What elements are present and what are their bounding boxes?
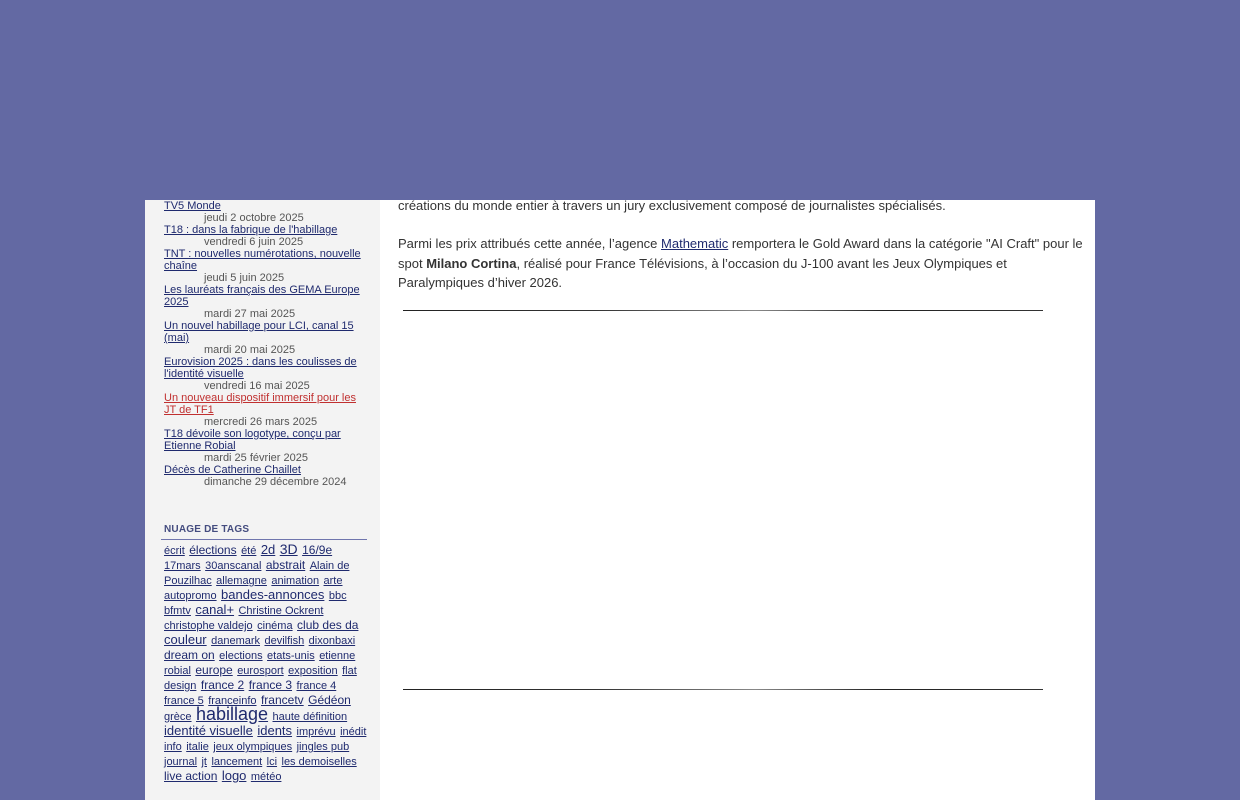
tag-link[interactable]: autopromo: [164, 590, 217, 602]
tag-link[interactable]: animation: [271, 575, 319, 587]
tag-link[interactable]: bfmtv: [164, 605, 191, 617]
tag-link[interactable]: danemark: [211, 635, 260, 647]
tag-link[interactable]: lci: [267, 756, 277, 768]
tag-link[interactable]: météo: [251, 771, 282, 783]
tag-link[interactable]: live action: [164, 769, 217, 783]
tag-link[interactable]: 17mars: [164, 560, 201, 572]
tag-link[interactable]: été: [241, 545, 256, 557]
tag-link[interactable]: haute définition: [273, 711, 348, 723]
article-list-item: Un nouveau dispositif immersif pour les …: [164, 392, 369, 428]
tag-link[interactable]: grèce: [164, 711, 192, 723]
tag-link[interactable]: italie: [186, 741, 209, 753]
tag-link[interactable]: idents: [257, 723, 292, 738]
tag-link[interactable]: imprévu: [297, 726, 336, 738]
embedded-video-player[interactable]: [403, 312, 1043, 688]
article-list-item: T18 dévoile son logotype, conçu par Etie…: [164, 428, 369, 464]
article-list-item: T18 : dans la fabrique de l'habillage ven…: [164, 224, 369, 248]
article-link[interactable]: TV5 Monde: [164, 200, 369, 212]
tag-link[interactable]: logo: [222, 768, 247, 783]
tag-link[interactable]: france 3: [249, 678, 292, 692]
tag-link[interactable]: Gédéon: [308, 693, 351, 707]
article-date: mardi 25 février 2025: [204, 452, 308, 464]
article-paragraph-1: créations du monde entier à travers un j…: [398, 200, 946, 213]
article-date: mercredi 26 mars 2025: [204, 416, 318, 428]
article-paragraph-2: Parmi les prix attribués cette année, l’…: [398, 234, 1088, 293]
article-date: jeudi 2 octobre 2025: [204, 212, 304, 224]
tag-link[interactable]: exposition: [288, 665, 338, 677]
article-link[interactable]: T18 dévoile son logotype, conçu par Etie…: [164, 428, 369, 452]
article-date: mardi 27 mai 2025: [204, 308, 296, 320]
tag-link[interactable]: Christine Ockrent: [238, 605, 323, 617]
tag-link[interactable]: 30anscanal: [205, 560, 261, 572]
article-date: mardi 20 mai 2025: [204, 344, 296, 356]
article-link[interactable]: Un nouvel habillage pour LCI, canal 15 (…: [164, 320, 369, 344]
tag-link[interactable]: france 4: [297, 680, 337, 692]
tag-link[interactable]: canal+: [195, 602, 234, 617]
tag-link[interactable]: arte: [324, 575, 343, 587]
tag-link[interactable]: info: [164, 741, 182, 753]
video-top-divider: [403, 310, 1043, 311]
article-link[interactable]: Décès de Catherine Chaillet: [164, 464, 369, 476]
tag-link[interactable]: 16/9e: [302, 543, 332, 557]
tag-link[interactable]: jt: [201, 756, 207, 768]
recent-articles-list: TV5 Monde jeudi 2 octobre 2025 T18 : dans …: [164, 200, 369, 488]
article-list-item: TV5 Monde jeudi 2 octobre 2025: [164, 200, 369, 224]
tag-link[interactable]: etats-unis: [267, 650, 315, 662]
article-link[interactable]: Les lauréats français des GEMA Europe 20…: [164, 284, 369, 308]
tag-link[interactable]: dream on: [164, 648, 215, 662]
sidebar: TV5 Monde jeudi 2 octobre 2025 T18 : dans …: [145, 200, 380, 800]
video-bottom-divider: [403, 689, 1043, 690]
tag-link[interactable]: bandes-annonces: [221, 587, 324, 602]
tag-link[interactable]: abstrait: [266, 558, 305, 572]
tag-link[interactable]: bbc: [329, 590, 347, 602]
article-date: vendredi 16 mai 2025: [204, 380, 310, 392]
tag-link[interactable]: elections: [219, 650, 262, 662]
tag-link[interactable]: 2d: [261, 542, 275, 557]
tag-link[interactable]: journal: [164, 756, 197, 768]
article-list-item: Décès de Catherine Chaillet dimanche 29 d…: [164, 464, 369, 488]
tag-link[interactable]: écrit: [164, 545, 185, 557]
article-link[interactable]: Eurovision 2025 : dans les coulisses de …: [164, 356, 369, 380]
page-container: TV5 Monde jeudi 2 octobre 2025 T18 : dans …: [145, 200, 1095, 800]
article-link[interactable]: TNT : nouvelles numérotations, nouvelle …: [164, 248, 369, 272]
tag-link[interactable]: inédit: [340, 726, 366, 738]
article-link[interactable]: T18 : dans la fabrique de l'habillage: [164, 224, 369, 236]
tag-link[interactable]: jingles pub: [297, 741, 350, 753]
tag-link[interactable]: habillage: [196, 704, 268, 724]
tag-link[interactable]: élections: [189, 543, 236, 557]
tag-cloud-title: NUAGE DE TAGS: [164, 524, 250, 535]
tag-link[interactable]: allemagne: [216, 575, 267, 587]
tag-link[interactable]: les demoiselles: [282, 756, 357, 768]
tag-link[interactable]: identité visuelle: [164, 723, 253, 738]
tag-link[interactable]: eurosport: [237, 665, 283, 677]
paragraph-text: Parmi les prix attribués cette année, l’…: [398, 236, 662, 251]
article-list-item: TNT : nouvelles numérotations, nouvelle …: [164, 248, 369, 284]
tag-link[interactable]: cinéma: [257, 620, 292, 632]
tag-cloud: écrit élections été 2d 3D 16/9e 17mars 3…: [164, 541, 369, 784]
tag-link[interactable]: dixonbaxi: [309, 635, 355, 647]
tag-link[interactable]: club des da: [297, 618, 358, 632]
spot-name: Milano Cortina: [426, 255, 517, 271]
article-list-item: Les lauréats français des GEMA Europe 20…: [164, 284, 369, 320]
tag-link[interactable]: france 2: [201, 678, 244, 692]
tag-link[interactable]: lancement: [211, 756, 262, 768]
article-list-item: Un nouvel habillage pour LCI, canal 15 (…: [164, 320, 369, 356]
article-list-item: Eurovision 2025 : dans les coulisses de …: [164, 356, 369, 392]
article-link[interactable]: Un nouveau dispositif immersif pour les …: [164, 392, 369, 416]
article-body: créations du monde entier à travers un j…: [398, 200, 1088, 800]
tag-link[interactable]: 3D: [280, 541, 298, 557]
tag-cloud-divider: [161, 539, 367, 540]
article-date: dimanche 29 décembre 2024: [204, 476, 347, 488]
tag-link[interactable]: europe: [195, 663, 232, 677]
tag-link[interactable]: christophe valdejo: [164, 620, 253, 632]
article-date: vendredi 6 juin 2025: [204, 236, 304, 248]
article-date: jeudi 5 juin 2025: [204, 272, 285, 284]
tag-link[interactable]: devilfish: [264, 635, 304, 647]
tag-link[interactable]: jeux olympiques: [213, 741, 292, 753]
tag-link[interactable]: couleur: [164, 632, 207, 647]
mathematic-link[interactable]: Mathematic: [661, 236, 728, 251]
